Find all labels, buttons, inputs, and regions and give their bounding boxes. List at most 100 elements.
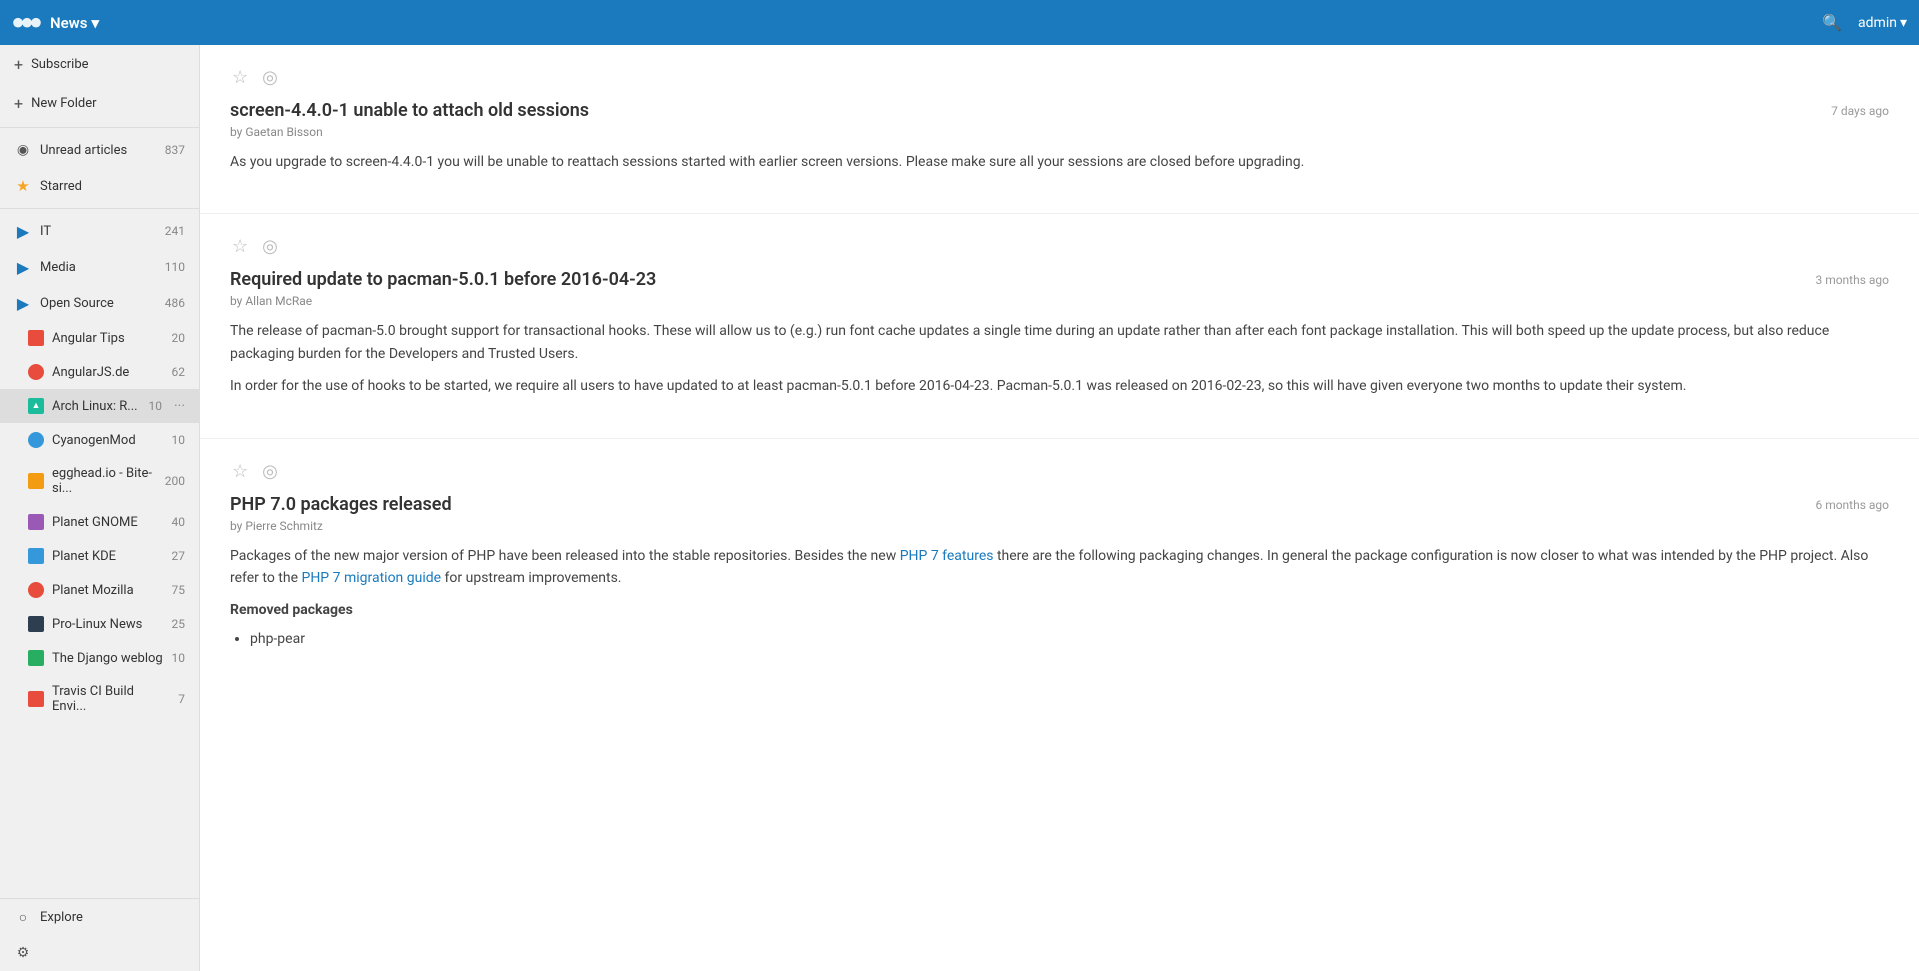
sidebar-item-media[interactable]: ▶ Media 110 — [0, 249, 199, 285]
pro-linux-label: Pro-Linux News — [52, 617, 164, 632]
php7-migration-link[interactable]: PHP 7 migration guide — [301, 570, 441, 586]
sidebar-item-django-weblog[interactable]: The Django weblog 10 — [0, 641, 199, 675]
removed-packages-title: Removed packages — [230, 599, 1889, 621]
search-icon[interactable]: 🔍 — [1822, 13, 1842, 32]
angularjs-de-count: 62 — [172, 365, 186, 379]
sidebar: + Subscribe + New Folder ◉ Unread articl… — [0, 45, 200, 971]
admin-chevron: ▾ — [1900, 15, 1907, 31]
sidebar-item-travis-ci[interactable]: Travis CI Build Envi... 7 — [0, 675, 199, 723]
sidebar-item-it[interactable]: ▶ IT 241 — [0, 213, 199, 249]
sidebar-item-angular-tips[interactable]: Angular Tips 20 — [0, 321, 199, 355]
planet-kde-label: Planet KDE — [52, 549, 164, 564]
article-date-1: 7 days ago — [1831, 104, 1889, 118]
arch-linux-label: Arch Linux: R... — [52, 399, 141, 414]
egghead-io-count: 200 — [165, 474, 185, 488]
folder-icon-it: ▶ — [14, 222, 32, 240]
sidebar-item-starred[interactable]: ★ Starred — [0, 168, 199, 204]
it-label: IT — [40, 224, 157, 239]
topbar: News ▾ 🔍 admin ▾ — [0, 0, 1919, 45]
sidebar-item-pro-linux-news[interactable]: Pro-Linux News 25 — [0, 607, 199, 641]
django-weblog-count: 10 — [172, 651, 186, 665]
media-count: 110 — [165, 260, 185, 274]
article-actions-2: ☆ ◎ — [230, 234, 1889, 259]
article-read-button-2[interactable]: ◎ — [260, 234, 280, 259]
sidebar-item-cyanogenmod[interactable]: CyanogenMod 10 — [0, 423, 199, 457]
sidebar-item-unread[interactable]: ◉ Unread articles 837 — [0, 132, 199, 168]
admin-button[interactable]: admin ▾ — [1858, 15, 1907, 31]
app-name-text: News — [50, 14, 87, 32]
sidebar-item-egghead-io[interactable]: egghead.io - Bite-si... 200 — [0, 457, 199, 505]
explore-label: Explore — [40, 910, 185, 925]
sidebar-item-arch-linux[interactable]: ▲ Arch Linux: R... 10 ··· — [0, 389, 199, 423]
pro-linux-count: 25 — [172, 617, 186, 631]
planet-mozilla-label: Planet Mozilla — [52, 583, 164, 598]
sidebar-divider-1 — [0, 127, 199, 128]
unread-count: 837 — [165, 143, 185, 157]
folder-icon-media: ▶ — [14, 258, 32, 276]
article-actions-3: ☆ ◎ — [230, 459, 1889, 484]
planet-gnome-count: 40 — [172, 515, 186, 529]
arch-linux-more-button[interactable]: ··· — [174, 398, 185, 414]
content-area: ☆ ◎ screen-4.4.0-1 unable to attach old … — [200, 45, 1919, 971]
feed-icon-travis-ci — [28, 691, 44, 707]
rss-icon: ◉ — [14, 141, 32, 159]
app-name-chevron: ▾ — [91, 14, 99, 32]
list-item: php-pear — [250, 628, 1889, 650]
new-folder-label: New Folder — [31, 96, 96, 111]
article-body-2: The release of pacman-5.0 brought suppor… — [230, 320, 1889, 397]
admin-label: admin — [1858, 15, 1897, 31]
article-item: ☆ ◎ Required update to pacman-5.0.1 befo… — [200, 214, 1919, 438]
starred-label: Starred — [40, 179, 177, 194]
explore-icon: ○ — [14, 908, 32, 926]
article-actions-1: ☆ ◎ — [230, 65, 1889, 90]
feed-icon-angularjs-de — [28, 364, 44, 380]
main-layout: + Subscribe + New Folder ◉ Unread articl… — [0, 45, 1919, 971]
sidebar-item-planet-kde[interactable]: Planet KDE 27 — [0, 539, 199, 573]
article-title-2[interactable]: Required update to pacman-5.0.1 before 2… — [230, 269, 1795, 290]
feed-icon-cyanogenmod — [28, 432, 44, 448]
arch-linux-count: 10 — [149, 399, 163, 413]
unread-label: Unread articles — [40, 143, 157, 158]
article-title-3[interactable]: PHP 7.0 packages released — [230, 494, 1795, 515]
subscribe-button[interactable]: + Subscribe — [0, 45, 199, 84]
sidebar-item-explore[interactable]: ○ Explore — [0, 899, 199, 935]
new-folder-button[interactable]: + New Folder — [0, 84, 199, 123]
travis-ci-label: Travis CI Build Envi... — [52, 684, 170, 714]
article-author-2: by Allan McRae — [230, 294, 1889, 308]
article-header-1: screen-4.4.0-1 unable to attach old sess… — [230, 100, 1889, 121]
article-read-button-3[interactable]: ◎ — [260, 459, 280, 484]
article-item: ☆ ◎ screen-4.4.0-1 unable to attach old … — [200, 45, 1919, 214]
article-author-3: by Pierre Schmitz — [230, 519, 1889, 533]
settings-icon: ⚙ — [14, 944, 32, 962]
media-label: Media — [40, 260, 157, 275]
cyanogenmod-count: 10 — [172, 433, 186, 447]
php7-features-link[interactable]: PHP 7 features — [900, 548, 994, 564]
sidebar-item-angularjs-de[interactable]: AngularJS.de 62 — [0, 355, 199, 389]
subscribe-plus-icon: + — [14, 55, 23, 74]
sidebar-item-planet-gnome[interactable]: Planet GNOME 40 — [0, 505, 199, 539]
django-weblog-label: The Django weblog — [52, 651, 164, 666]
article-read-button-1[interactable]: ◎ — [260, 65, 280, 90]
article-item: ☆ ◎ PHP 7.0 packages released 6 months a… — [200, 439, 1919, 684]
opensource-label: Open Source — [40, 296, 157, 311]
article-date-3: 6 months ago — [1815, 498, 1889, 512]
feed-icon-planet-gnome — [28, 514, 44, 530]
cyanogenmod-label: CyanogenMod — [52, 433, 164, 448]
article-body-1: As you upgrade to screen-4.4.0-1 you wil… — [230, 151, 1889, 173]
article-star-button-3[interactable]: ☆ — [230, 459, 250, 484]
feed-icon-planet-mozilla — [28, 582, 44, 598]
new-folder-plus-icon: + — [14, 94, 23, 113]
article-title-1[interactable]: screen-4.4.0-1 unable to attach old sess… — [230, 100, 1811, 121]
planet-kde-count: 27 — [172, 549, 186, 563]
app-name-label[interactable]: News ▾ — [50, 14, 99, 32]
sidebar-divider-2 — [0, 208, 199, 209]
article-date-2: 3 months ago — [1815, 273, 1889, 287]
article-header-3: PHP 7.0 packages released 6 months ago — [230, 494, 1889, 515]
sidebar-item-settings[interactable]: ⚙ — [0, 935, 199, 971]
sidebar-bottom: ○ Explore ⚙ — [0, 898, 199, 971]
article-star-button-2[interactable]: ☆ — [230, 234, 250, 259]
sidebar-item-planet-mozilla[interactable]: Planet Mozilla 75 — [0, 573, 199, 607]
article-star-button-1[interactable]: ☆ — [230, 65, 250, 90]
it-count: 241 — [165, 224, 185, 238]
sidebar-item-opensource[interactable]: ▶ Open Source 486 — [0, 285, 199, 321]
